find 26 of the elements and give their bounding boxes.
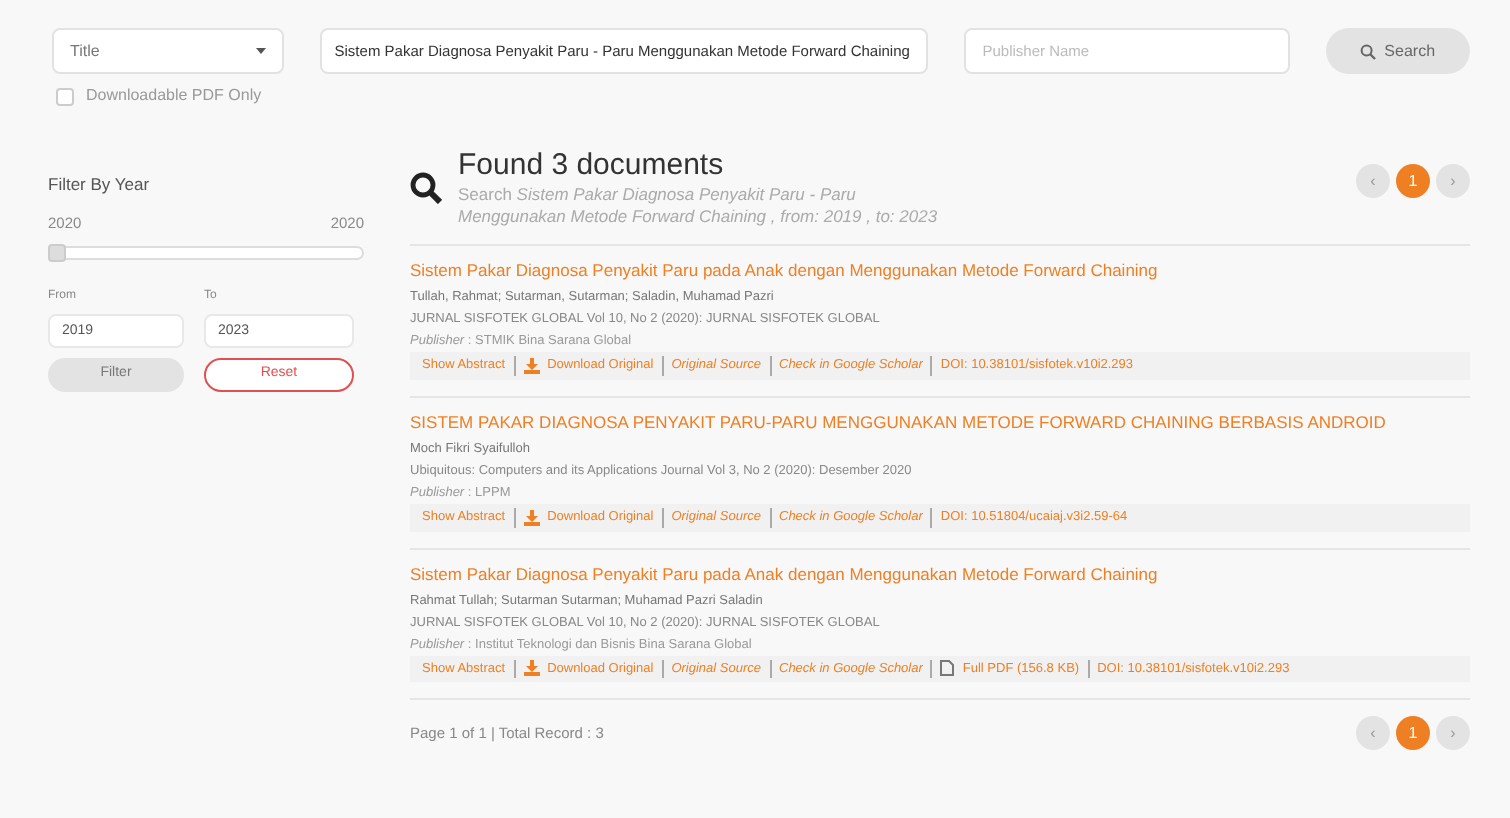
results-title: Found 3 documents	[458, 148, 726, 184]
search-icon	[1360, 43, 1377, 59]
search-button[interactable]: Search	[1325, 28, 1470, 74]
year-slider[interactable]	[48, 246, 364, 260]
page-button[interactable]: ‹	[1356, 164, 1390, 198]
caret-icon	[256, 48, 267, 54]
select-value: Title	[70, 39, 100, 63]
page-button[interactable]: 1	[1396, 164, 1430, 198]
page-button[interactable]: 1	[1396, 716, 1430, 751]
download-icon	[523, 357, 540, 374]
filter-title: Filter By Year	[48, 172, 152, 198]
field-select[interactable]: Title	[52, 28, 285, 74]
checkbox[interactable]	[56, 87, 74, 105]
result-title[interactable]: Sistem Pakar Diagnosa Penyakit Paru pada Anak dengan Menggunakan Metode Forward Chaining	[410, 561, 1470, 587]
document-icon	[940, 660, 955, 677]
page-button[interactable]: ›	[1436, 164, 1470, 198]
checkbox-label: Downloadable PDF Only	[86, 84, 262, 108]
search-icon	[410, 172, 442, 204]
result-title[interactable]: SISTEM PAKAR DIAGNOSA PENYAKIT PARU-PARU MENGGUNAKAN METODE FORWARD CHAINING BERBASIS ANDROID	[410, 409, 1470, 436]
page-button[interactable]: ‹	[1356, 716, 1390, 751]
download-icon	[523, 660, 540, 677]
result-title[interactable]: Sistem Pakar Diagnosa Penyakit Paru pada Anak dengan Menggunakan Metode Forward Chaining	[410, 258, 1470, 284]
slider-handle[interactable]	[48, 244, 66, 262]
download-icon	[523, 509, 540, 526]
page-button[interactable]: ›	[1436, 716, 1470, 751]
search-summary: Search Sistem Pakar Diagnosa Penyakit Paru - Paru Menggunakan Metode Forward Chaining , from: 2019 , to: 2023	[458, 184, 938, 228]
